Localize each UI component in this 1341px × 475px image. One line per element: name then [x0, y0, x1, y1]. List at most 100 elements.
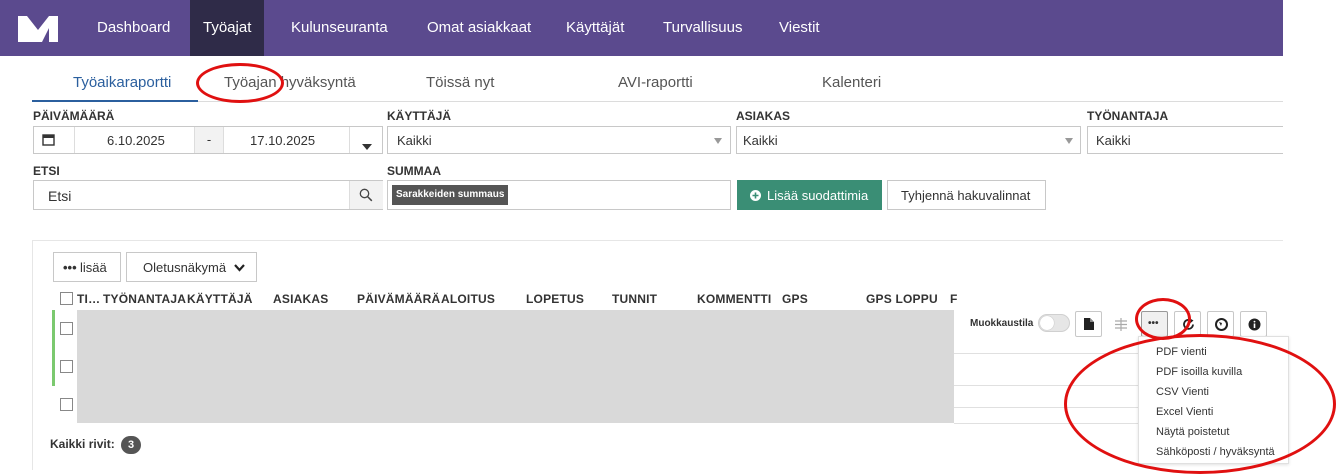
sum-chip[interactable]: Sarakkeiden summaus	[392, 185, 509, 205]
redacted-row-data	[77, 310, 954, 423]
toggle-knob	[1040, 316, 1054, 330]
top-nav: Dashboard Työajat Kulunseuranta Omat asi…	[0, 0, 1283, 56]
row-checkbox[interactable]	[60, 398, 73, 411]
client-select[interactable]: Kaikki	[736, 126, 1081, 154]
divider	[74, 127, 75, 153]
search-field[interactable]: Etsi	[33, 180, 383, 210]
nav-turvallisuus[interactable]: Turvallisuus	[650, 0, 755, 56]
refresh-icon	[1183, 318, 1194, 330]
add-filters-button[interactable]: Lisää suodattimia	[737, 180, 882, 210]
more-dots-icon: •••	[63, 260, 77, 275]
col-header-ti[interactable]: TI…	[77, 292, 100, 306]
menu-item-nayta-poistetut[interactable]: Näytä poistetut	[1156, 426, 1229, 438]
tab-avi-raportti[interactable]: AVI-raportti	[618, 74, 693, 91]
search-button[interactable]	[349, 181, 383, 209]
col-header-asiakas[interactable]: ASIAKAS	[273, 292, 328, 306]
info-button[interactable]	[1240, 311, 1267, 337]
export-menu: PDF vienti PDF isoilla kuvilla CSV Vient…	[1138, 336, 1289, 464]
globe-icon	[1215, 318, 1228, 331]
row-checkbox[interactable]	[60, 360, 73, 373]
search-icon	[359, 188, 373, 202]
nav-omat-asiakkaat[interactable]: Omat asiakkaat	[414, 0, 544, 56]
row-divider	[954, 407, 1138, 408]
employer-label: TYÖNANTAJA	[1087, 109, 1169, 123]
col-header-kayttaja[interactable]: KÄYTTÄJÄ	[187, 292, 253, 306]
user-select[interactable]: Kaikki	[387, 126, 731, 154]
menu-item-pdf-vienti[interactable]: PDF vienti	[1156, 346, 1207, 358]
divider	[349, 127, 350, 153]
tab-kalenteri[interactable]: Kalenteri	[822, 74, 881, 91]
col-header-lopetus[interactable]: LOPETUS	[526, 292, 584, 306]
columns-button[interactable]	[1107, 311, 1134, 337]
client-select-value: Kaikki	[743, 133, 778, 148]
employer-select[interactable]: Kaikki	[1087, 126, 1283, 154]
nav-dashboard[interactable]: Dashboard	[84, 0, 183, 56]
info-icon	[1248, 318, 1261, 331]
client-label: ASIAKAS	[736, 109, 791, 123]
map-button[interactable]	[1207, 311, 1234, 337]
sum-label: SUMMAA	[387, 164, 441, 178]
menu-item-sahkoposti-hyvaksynta[interactable]: Sähköposti / hyväksyntä	[1156, 446, 1275, 458]
clear-filters-button[interactable]: Tyhjennä hakuvalinnat	[887, 180, 1046, 210]
select-all-checkbox[interactable]	[60, 292, 73, 305]
plus-circle-icon	[750, 190, 761, 201]
nav-kayttajat[interactable]: Käyttäjät	[553, 0, 637, 56]
user-select-value: Kaikki	[397, 133, 432, 148]
clear-filters-label: Tyhjennä hakuvalinnat	[901, 188, 1031, 203]
view-select-button[interactable]: Oletusnäkymä	[126, 252, 257, 282]
file-icon	[1084, 318, 1094, 330]
date-range-field: 6.10.2025 - 17.10.2025	[33, 126, 383, 154]
sum-field[interactable]: Sarakkeiden summaus	[387, 180, 731, 210]
col-header-tyonantaja[interactable]: TYÖNANTAJA	[103, 292, 186, 306]
app-logo[interactable]	[16, 12, 60, 44]
ellipsis-icon: •••	[1148, 318, 1159, 329]
row-count-label: Kaikki rivit:	[50, 437, 115, 451]
menu-item-pdf-isoilla-kuvilla[interactable]: PDF isoilla kuvilla	[1156, 366, 1242, 378]
refresh-button[interactable]	[1174, 311, 1201, 337]
col-header-aloitus[interactable]: ALOITUS	[441, 292, 495, 306]
file-export-button[interactable]	[1075, 311, 1102, 337]
dropdown-arrow-icon	[714, 138, 722, 144]
user-label: KÄYTTÄJÄ	[387, 109, 452, 123]
date-label: PÄIVÄMÄÄRÄ	[33, 109, 115, 123]
more-actions-button[interactable]: •••	[1141, 311, 1168, 337]
col-header-paivamaara[interactable]: PÄIVÄMÄÄRÄ	[357, 292, 440, 306]
row-divider	[954, 423, 1138, 424]
nav-tyoajat[interactable]: Työajat	[190, 0, 265, 56]
menu-item-csv-vienti[interactable]: CSV Vienti	[1156, 386, 1209, 398]
col-header-tunnit[interactable]: TUNNIT	[612, 292, 657, 306]
more-label: lisää	[80, 260, 107, 275]
employer-select-value: Kaikki	[1096, 133, 1131, 148]
date-to-input[interactable]: 17.10.2025	[250, 133, 315, 148]
nav-kulunseuranta[interactable]: Kulunseuranta	[278, 0, 401, 56]
add-filters-label: Lisää suodattimia	[767, 188, 869, 203]
calendar-icon[interactable]	[42, 133, 55, 146]
row-status-bar	[52, 310, 55, 386]
tab-tyoaikaraportti[interactable]: Työaikaraportti	[73, 74, 171, 91]
tab-tyoajan-hyvaksynta[interactable]: Työajan hyväksyntä	[224, 74, 356, 91]
chevron-down-icon	[234, 264, 245, 272]
nav-viestit[interactable]: Viestit	[766, 0, 833, 56]
dropdown-arrow-icon	[1065, 138, 1073, 144]
col-header-gps[interactable]: GPS	[782, 292, 808, 306]
row-checkbox[interactable]	[60, 322, 73, 335]
row-count-badge: 3	[121, 436, 141, 454]
columns-icon	[1115, 318, 1127, 331]
date-from-input[interactable]: 6.10.2025	[107, 133, 165, 148]
active-tab-indicator	[32, 100, 198, 102]
search-input[interactable]: Etsi	[48, 188, 71, 204]
more-button[interactable]: ••• lisää	[53, 252, 121, 282]
edit-mode-label: Muokkaustila	[970, 318, 1034, 329]
view-select-label: Oletusnäkymä	[143, 260, 227, 275]
tab-toissa-nyt[interactable]: Töissä nyt	[426, 74, 494, 91]
edit-mode-toggle[interactable]	[1038, 314, 1070, 332]
row-divider	[954, 385, 1138, 386]
tab-divider	[32, 101, 1283, 102]
col-header-f[interactable]: F	[950, 292, 958, 306]
caret-down-icon[interactable]	[362, 138, 372, 153]
date-separator: -	[194, 127, 224, 153]
col-header-kommentti[interactable]: KOMMENTTI	[697, 292, 771, 306]
col-header-gps-loppu[interactable]: GPS LOPPU	[866, 292, 938, 306]
row-divider	[954, 353, 1138, 354]
menu-item-excel-vienti[interactable]: Excel Vienti	[1156, 406, 1213, 418]
